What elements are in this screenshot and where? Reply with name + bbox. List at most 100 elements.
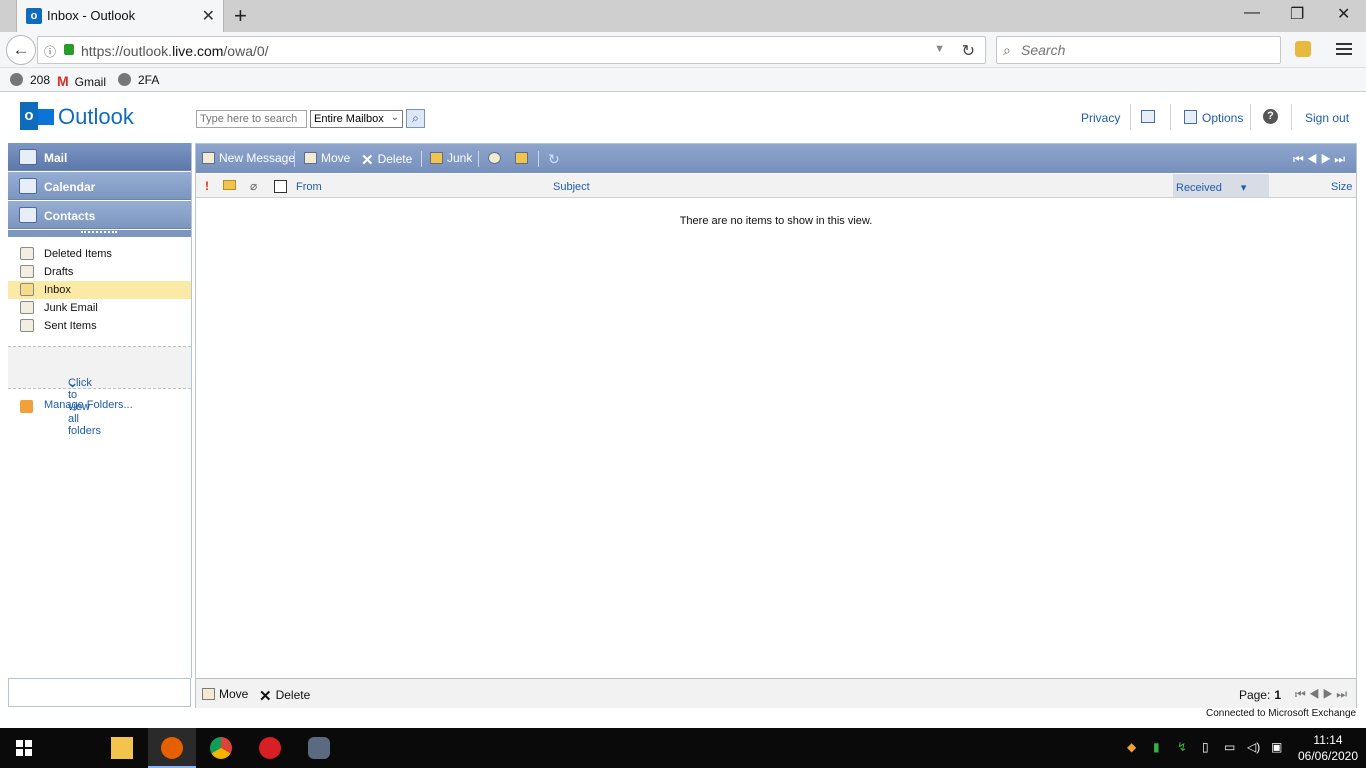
extension-icon[interactable] <box>1295 41 1311 57</box>
ccleaner-icon <box>259 737 281 759</box>
folder-inbox[interactable]: Inbox <box>8 281 191 299</box>
lock-icon <box>64 44 74 55</box>
nav-contacts-button[interactable]: Contacts <box>8 201 191 229</box>
tray-network-speed-icon[interactable]: ↯ <box>1177 740 1187 754</box>
message-toolbar: New Message Move ✕ Delete Junk ↻ ⏮◀▶⏭ <box>196 144 1356 173</box>
footer-delete-button[interactable]: ✕ Delete <box>259 687 310 705</box>
footer-pager-controls[interactable]: ⏮◀▶⏭ <box>1295 687 1350 702</box>
taskbar-clock[interactable]: 11:14 06/06/2020 <box>1296 732 1360 764</box>
privacy-link[interactable]: Privacy <box>1081 111 1120 125</box>
browser-search-bar[interactable]: ⌕ <box>996 36 1281 64</box>
bookmark-208[interactable]: 208 <box>10 73 50 87</box>
folder-deleted-items[interactable]: Deleted Items <box>8 245 191 263</box>
mark-read-button[interactable] <box>515 151 532 165</box>
browser-tab[interactable]: o Inbox - Outlook ✕ <box>16 0 224 32</box>
firefox-button[interactable] <box>148 728 196 768</box>
url-bar[interactable]: ⓘ https://outlook.live.com/owa/0/ ▼ ↻ <box>37 36 986 64</box>
footer-move-button[interactable]: Move <box>202 687 248 701</box>
outlook-favicon-icon: o <box>26 8 42 24</box>
delete-button[interactable]: ✕ Delete <box>361 151 412 169</box>
reply-icon <box>488 152 501 164</box>
move-button[interactable]: Move <box>304 151 350 165</box>
sign-out-link[interactable]: Sign out <box>1305 111 1349 125</box>
junk-icon <box>430 152 443 164</box>
cortana-button[interactable] <box>48 728 128 768</box>
move-icon <box>304 152 317 164</box>
nav-mail-button[interactable]: Mail <box>8 143 191 171</box>
options-link[interactable]: Options <box>1202 111 1243 125</box>
windows-logo-icon <box>16 740 32 756</box>
connection-status: Connected to Microsoft Exchange <box>1206 708 1357 719</box>
usb-icon[interactable]: ▯ <box>1202 740 1209 754</box>
info-icon[interactable]: ⓘ <box>44 43 56 60</box>
message-status-icon[interactable] <box>223 180 236 190</box>
reload-icon[interactable]: ↻ <box>962 41 975 61</box>
address-book-icon[interactable] <box>1141 110 1155 123</box>
view-all-folders-link[interactable]: Click to view all folders ⌄ <box>8 346 191 437</box>
navigation-pane: Mail Calendar Contacts Deleted Items Dra… <box>8 143 192 678</box>
help-icon[interactable]: ? <box>1263 109 1278 124</box>
bookmarks-bar: 208 M Gmail 2FA <box>0 68 1366 92</box>
reply-button[interactable] <box>488 151 505 165</box>
browser-tab-bar: o Inbox - Outlook ✕ + — ❐ ✕ <box>0 0 1366 32</box>
attachment-icon[interactable]: ⌀ <box>250 179 257 193</box>
importance-icon[interactable]: ! <box>205 179 209 193</box>
options-icon[interactable] <box>1184 110 1197 124</box>
globe-icon <box>10 73 23 86</box>
mailbox-search-input[interactable] <box>196 110 307 128</box>
close-tab-icon[interactable]: ✕ <box>202 6 215 26</box>
check-messages-button[interactable]: ↻ <box>548 151 560 168</box>
new-tab-button[interactable]: + <box>234 3 247 29</box>
nav-calendar-button[interactable]: Calendar <box>8 172 191 200</box>
sort-down-icon: ▾ <box>1240 182 1247 194</box>
new-message-icon <box>202 152 215 164</box>
chrome-icon <box>210 737 232 759</box>
bookmark-gmail[interactable]: M Gmail <box>57 73 106 89</box>
gmail-icon: M <box>57 73 69 89</box>
folder-junk-email[interactable]: Junk Email <box>8 299 191 317</box>
junk-button[interactable]: Junk <box>430 151 472 165</box>
url-text: https://outlook.live.com/owa/0/ <box>81 43 269 59</box>
manage-folders-icon <box>20 400 33 413</box>
tray-app-icon[interactable]: ◆ <box>1127 740 1136 754</box>
pager-controls[interactable]: ⏮◀▶⏭ <box>1293 152 1348 167</box>
folder-list: Deleted Items Drafts Inbox Junk Email Se… <box>8 245 191 335</box>
drafts-icon <box>20 265 34 278</box>
column-size[interactable]: Size <box>1331 181 1352 193</box>
minimize-window-icon[interactable]: — <box>1244 4 1260 22</box>
new-message-button[interactable]: New Message <box>202 151 295 165</box>
column-from[interactable]: From <box>296 181 322 193</box>
bookmark-2fa[interactable]: 2FA <box>118 73 159 87</box>
network-icon[interactable]: ▣ <box>1271 740 1282 754</box>
search-button[interactable]: ⌕ <box>406 109 425 128</box>
url-dropdown-icon[interactable]: ▼ <box>934 43 945 55</box>
mail-icon <box>19 149 37 165</box>
close-window-icon[interactable]: ✕ <box>1337 4 1350 24</box>
folder-drafts[interactable]: Drafts <box>8 263 191 281</box>
start-button[interactable] <box>0 728 48 768</box>
resize-grip[interactable] <box>8 230 191 237</box>
column-received[interactable]: Received ▾ <box>1173 174 1269 197</box>
tray-monitor-icon[interactable]: ▮ <box>1153 740 1160 754</box>
file-explorer-button[interactable] <box>98 728 146 768</box>
tab-title: Inbox - Outlook <box>47 8 136 23</box>
column-header: ! ⌀ From Subject Received ▾ Size <box>196 174 1356 198</box>
volume-icon[interactable]: ◁) <box>1247 740 1260 754</box>
restore-window-icon[interactable]: ❐ <box>1290 4 1304 24</box>
deleted-items-icon <box>20 247 34 260</box>
chrome-button[interactable] <box>197 728 245 768</box>
folder-sent-items[interactable]: Sent Items <box>8 317 191 335</box>
back-button[interactable]: ← <box>6 35 36 65</box>
browser-search-input[interactable] <box>1021 41 1271 59</box>
page-indicator: Page: 1 <box>1238 688 1281 702</box>
search-scope-select[interactable]: Entire Mailbox ⌄ <box>310 110 403 128</box>
ccleaner-button[interactable] <box>246 728 294 768</box>
column-subject[interactable]: Subject <box>553 181 590 193</box>
browser-nav-bar: ← ⓘ https://outlook.live.com/owa/0/ ▼ ↻ … <box>0 32 1366 68</box>
app-button[interactable] <box>295 728 343 768</box>
hamburger-menu-icon[interactable] <box>1336 41 1352 57</box>
manage-folders-link[interactable]: Manage Folders... <box>20 398 192 416</box>
select-all-checkbox[interactable] <box>274 180 287 193</box>
battery-icon[interactable]: ▭ <box>1224 740 1235 754</box>
empty-list-message: There are no items to show in this view. <box>679 215 873 227</box>
